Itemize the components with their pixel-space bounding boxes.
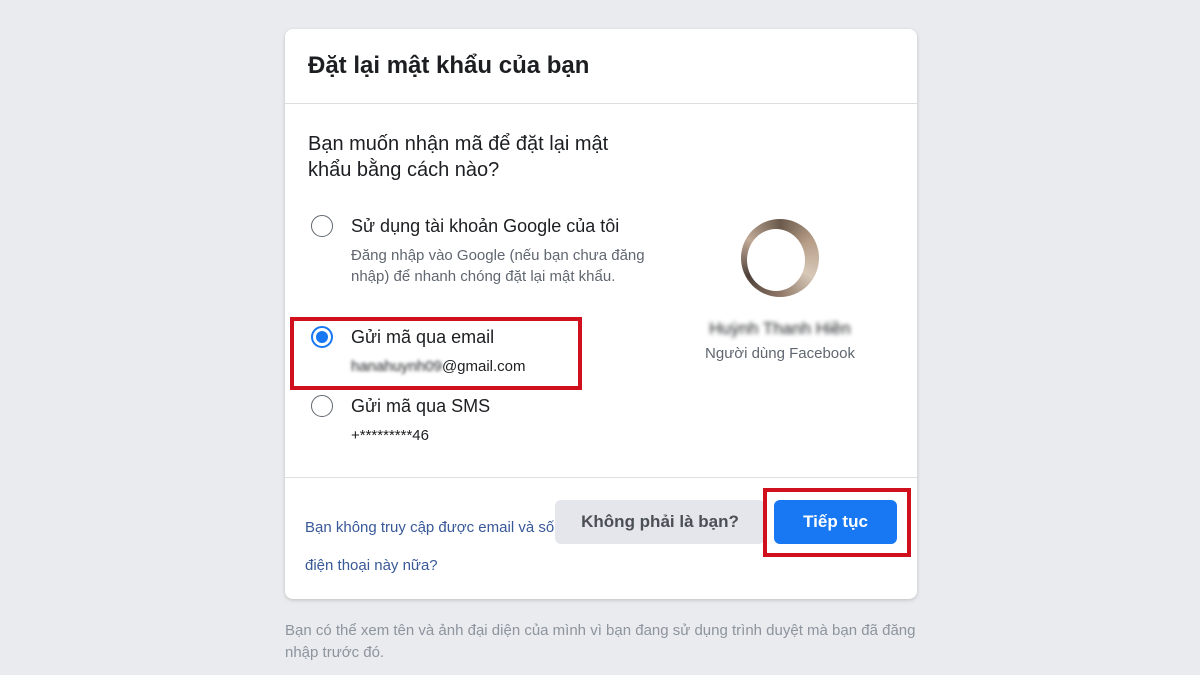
not-you-button[interactable]: Không phải là bạn? — [555, 500, 765, 544]
reset-password-dialog: Đặt lại mật khẩu của bạn Bạn muốn nhận m… — [285, 29, 917, 599]
footer-divider — [285, 477, 917, 478]
no-access-link[interactable]: Bạn không truy cập được email và số điện… — [305, 509, 555, 585]
email-local-part: hanahuynh09 — [351, 358, 442, 375]
profile-name: Huỳnh Thanh Hiền — [709, 319, 851, 338]
google-radio[interactable] — [311, 215, 333, 237]
email-address: hanahuynh09@gmail.com — [351, 356, 526, 377]
google-option-label: Sử dụng tài khoản Google của tôi — [351, 216, 620, 236]
avatar — [741, 219, 819, 297]
email-radio[interactable] — [311, 326, 333, 348]
profile-subtitle: Người dùng Facebook — [705, 345, 855, 362]
email-option-label: Gửi mã qua email — [351, 327, 495, 347]
sms-radio[interactable] — [311, 395, 333, 417]
profile-card: Huỳnh Thanh Hiền Người dùng Facebook — [685, 219, 875, 362]
page-note: Bạn có thể xem tên và ảnh đại diện của m… — [285, 622, 916, 661]
reset-method-question: Bạn muốn nhận mã để đặt lại mật khẩu bằn… — [308, 133, 609, 181]
continue-button[interactable]: Tiếp tục — [774, 500, 897, 544]
sms-option-label: Gửi mã qua SMS — [351, 396, 491, 416]
dialog-header: Đặt lại mật khẩu của bạn — [285, 29, 917, 104]
email-domain: @gmail.com — [441, 358, 526, 375]
phone-number: +*********46 — [351, 427, 429, 444]
dialog-title: Đặt lại mật khẩu của bạn — [308, 52, 590, 79]
google-option-description: Đăng nhập vào Google (nếu bạn chưa đăng … — [351, 247, 645, 285]
